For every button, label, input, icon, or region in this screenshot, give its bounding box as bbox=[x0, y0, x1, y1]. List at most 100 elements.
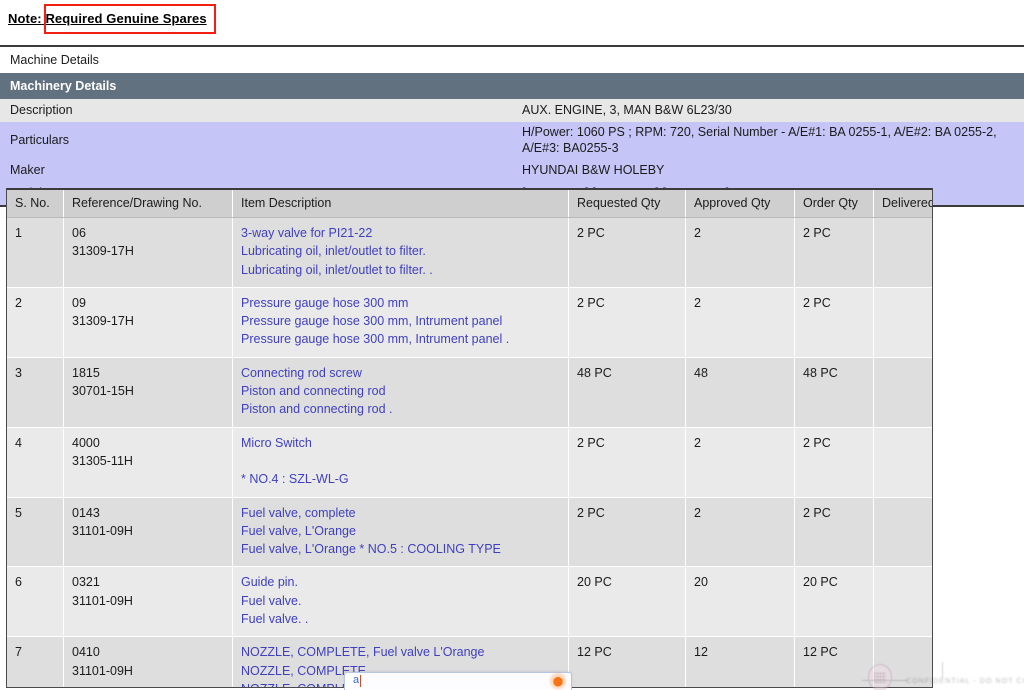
cell-delivered-qty bbox=[873, 566, 932, 638]
table-row[interactable]: 4 4000 31305-11H Micro Switch * NO.4 : SZL-… bbox=[7, 427, 932, 498]
item-description-link[interactable]: Lubricating oil, inlet/outlet to filter.… bbox=[241, 261, 568, 279]
column-header-delivered-qty[interactable]: Delivered Qty bbox=[873, 190, 932, 218]
cell-requested-qty: 2 PC bbox=[568, 287, 686, 358]
cell-order-qty: 2 PC bbox=[794, 217, 874, 288]
reference-line: 31309-17H bbox=[72, 244, 134, 259]
machine-details-body: Machine Details Machinery Details Descri… bbox=[0, 46, 1024, 206]
machine-detail-value: AUX. ENGINE, 3, MAN B&W 6L23/30 bbox=[512, 99, 1024, 122]
cell-requested-qty: 2 PC bbox=[568, 497, 686, 568]
item-description-link[interactable] bbox=[241, 452, 568, 470]
cell-requested-qty: 20 PC bbox=[568, 566, 686, 638]
machine-details-title-row: Machine Details bbox=[0, 46, 1024, 73]
cell-requested-qty: 2 PC bbox=[568, 427, 686, 498]
item-description-link[interactable]: Pressure gauge hose 300 mm, Intrument pa… bbox=[241, 312, 568, 330]
cell-reference: 0410 31101-09H bbox=[63, 636, 233, 687]
item-description-link[interactable]: 3-way valve for PI21-22 bbox=[241, 224, 568, 242]
note-label: Note: bbox=[8, 11, 42, 26]
machine-detail-key: Description bbox=[0, 99, 512, 122]
item-description-link[interactable]: Lubricating oil, inlet/outlet to filter. bbox=[241, 242, 568, 260]
reference-line: 1815 bbox=[72, 365, 100, 380]
reference-line: 09 bbox=[72, 295, 86, 310]
cell-order-qty: 20 PC bbox=[794, 566, 874, 638]
item-description-link[interactable]: Fuel valve, complete bbox=[241, 504, 568, 522]
machine-details-title: Machine Details bbox=[0, 46, 1024, 73]
item-description-link[interactable]: Connecting rod screw bbox=[241, 364, 568, 382]
browser-find-input[interactable]: a bbox=[344, 672, 572, 690]
column-header-description[interactable]: Item Description bbox=[232, 190, 569, 218]
watermark-divider bbox=[942, 662, 943, 678]
cell-description: Micro Switch * NO.4 : SZL-WL-G bbox=[232, 427, 569, 498]
machinery-details-header-row: Machinery Details bbox=[0, 73, 1024, 99]
cell-sno: 3 bbox=[7, 357, 64, 428]
table-row[interactable]: 1 06 31309-17H 3-way valve for PI21-22 Lubri… bbox=[7, 217, 932, 288]
cell-sno: 6 bbox=[7, 566, 64, 638]
item-description-link[interactable]: Fuel valve. bbox=[241, 592, 568, 610]
column-header-reference[interactable]: Reference/Drawing No. bbox=[63, 190, 233, 218]
cell-reference: 0321 31101-09H bbox=[63, 566, 233, 638]
reference-line: 0143 bbox=[72, 505, 100, 520]
cell-reference: 09 31309-17H bbox=[63, 287, 233, 358]
cell-sno: 4 bbox=[7, 427, 64, 498]
machine-details-table: Machine Details Machinery Details Descri… bbox=[0, 45, 1024, 207]
cell-requested-qty: 12 PC bbox=[568, 636, 686, 687]
cell-order-qty: 48 PC bbox=[794, 357, 874, 428]
item-description-link[interactable]: Piston and connecting rod bbox=[241, 382, 568, 400]
machine-detail-key: Particulars bbox=[0, 122, 512, 159]
cell-description: Fuel valve, complete Fuel valve, L'Orange… bbox=[232, 497, 569, 568]
reference-line: 06 bbox=[72, 226, 86, 240]
column-header-requested-qty[interactable]: Requested Qty bbox=[568, 190, 686, 218]
cell-description: 3-way valve for PI21-22 Lubricating oil, … bbox=[232, 217, 569, 288]
note-bar: Note: Required Genuine Spares bbox=[0, 0, 1024, 42]
column-header-sno[interactable]: S. No. bbox=[7, 190, 64, 218]
item-description-link[interactable]: NOZZLE, COMPLETE, Fuel valve L'Orange bbox=[241, 643, 568, 661]
item-description-link[interactable]: * NO.4 : SZL-WL-G bbox=[241, 470, 568, 488]
watermark-rule bbox=[862, 680, 908, 681]
reference-line: 0321 bbox=[72, 575, 100, 590]
cell-description: Connecting rod screw Piston and connectin… bbox=[232, 357, 569, 428]
cell-description: Pressure gauge hose 300 mm Pressure gauge… bbox=[232, 287, 569, 358]
item-description-link[interactable]: Fuel valve. . bbox=[241, 610, 568, 628]
table-row[interactable]: 6 0321 31101-09H Guide pin. Fuel valve. Fuel … bbox=[7, 566, 932, 638]
cell-approved-qty: 2 bbox=[685, 427, 795, 498]
machinery-details-header: Machinery Details bbox=[0, 73, 1024, 99]
item-description-link[interactable]: Micro Switch bbox=[241, 434, 568, 452]
reference-line: 31101-09H bbox=[72, 523, 133, 538]
cell-reference: 4000 31305-11H bbox=[63, 427, 233, 498]
cell-sno: 5 bbox=[7, 497, 64, 568]
cell-reference: 06 31309-17H bbox=[63, 217, 233, 288]
reference-line: 30701-15H bbox=[72, 384, 134, 399]
cell-reference: 0143 31101-09H bbox=[63, 497, 233, 568]
reference-line: 31305-11H bbox=[72, 453, 133, 468]
item-description-link[interactable]: Fuel valve, L'Orange * NO.5 : COOLING TY… bbox=[241, 540, 568, 558]
item-description-link[interactable]: Pressure gauge hose 300 mm bbox=[241, 294, 568, 312]
spares-items-table: S. No. Reference/Drawing No. Item Descri… bbox=[7, 190, 932, 687]
watermark-text: CONFIDENTIAL - DO NOT COPY bbox=[906, 678, 1024, 685]
item-description-link[interactable]: Guide pin. bbox=[241, 573, 568, 591]
favicon-circle-icon[interactable] bbox=[551, 674, 565, 688]
table-row[interactable]: 5 0143 31101-09H Fuel valve, complete Fuel v… bbox=[7, 497, 932, 568]
cell-sno: 2 bbox=[7, 287, 64, 358]
column-header-order-qty[interactable]: Order Qty bbox=[794, 190, 874, 218]
cell-approved-qty: 2 bbox=[685, 217, 795, 288]
cell-approved-qty: 48 bbox=[685, 357, 795, 428]
item-description-link[interactable]: Piston and connecting rod . bbox=[241, 400, 568, 418]
cell-approved-qty: 2 bbox=[685, 287, 795, 358]
column-header-approved-qty[interactable]: Approved Qty bbox=[685, 190, 795, 218]
reference-line: 31101-09H bbox=[72, 663, 133, 678]
machine-detail-row-description: Description AUX. ENGINE, 3, MAN B&W 6L23… bbox=[0, 99, 1024, 122]
cell-approved-qty: 2 bbox=[685, 497, 795, 568]
column-header-row: S. No. Reference/Drawing No. Item Descri… bbox=[7, 190, 932, 218]
page-watermark: CONFIDENTIAL - DO NOT COPY bbox=[862, 662, 1024, 690]
cell-order-qty: 2 PC bbox=[794, 497, 874, 568]
item-description-link[interactable]: Fuel valve, L'Orange bbox=[241, 522, 568, 540]
spares-items-header: S. No. Reference/Drawing No. Item Descri… bbox=[7, 190, 932, 218]
table-row[interactable]: 2 09 31309-17H Pressure gauge hose 300 mm Pr… bbox=[7, 287, 932, 358]
cell-requested-qty: 48 PC bbox=[568, 357, 686, 428]
item-description-link[interactable]: Pressure gauge hose 300 mm, Intrument pa… bbox=[241, 330, 568, 348]
spares-items-panel: S. No. Reference/Drawing No. Item Descri… bbox=[6, 188, 933, 688]
cell-requested-qty: 2 PC bbox=[568, 217, 686, 288]
reference-line: 31101-09H bbox=[72, 593, 133, 608]
table-row[interactable]: 3 1815 30701-15H Connecting rod screw Piston… bbox=[7, 357, 932, 428]
find-input-value: a bbox=[353, 674, 360, 686]
cell-order-qty: 2 PC bbox=[794, 287, 874, 358]
